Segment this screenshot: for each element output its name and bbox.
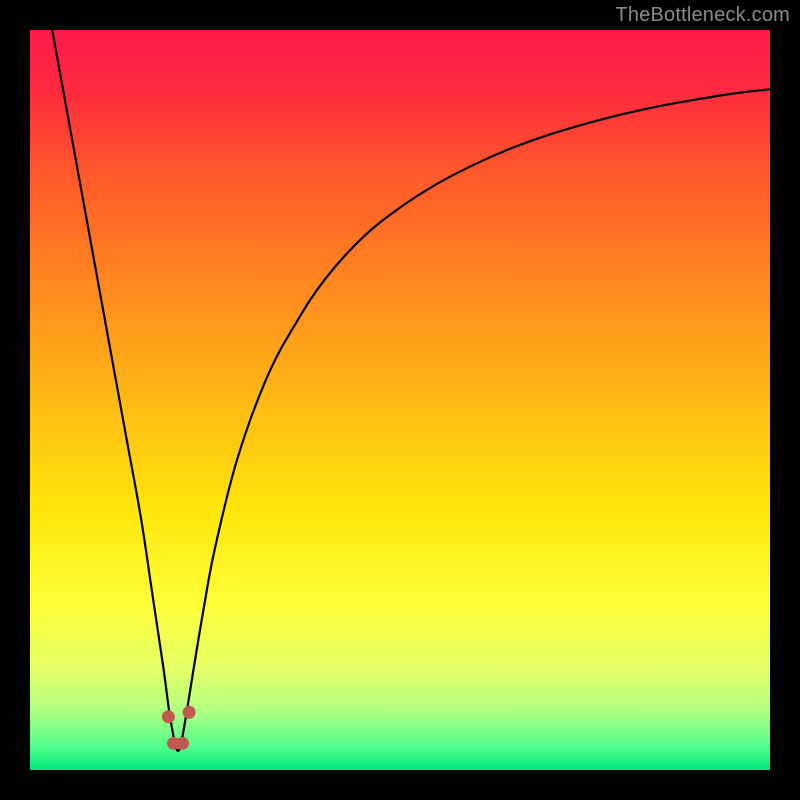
notch-right-inner xyxy=(176,737,189,750)
notch-left-outer xyxy=(162,710,175,723)
plot-background xyxy=(30,30,770,770)
watermark-text: TheBottleneck.com xyxy=(615,4,790,27)
chart-frame: TheBottleneck.com xyxy=(0,0,800,800)
bottleneck-chart xyxy=(0,0,800,800)
notch-right-outer xyxy=(183,706,196,719)
